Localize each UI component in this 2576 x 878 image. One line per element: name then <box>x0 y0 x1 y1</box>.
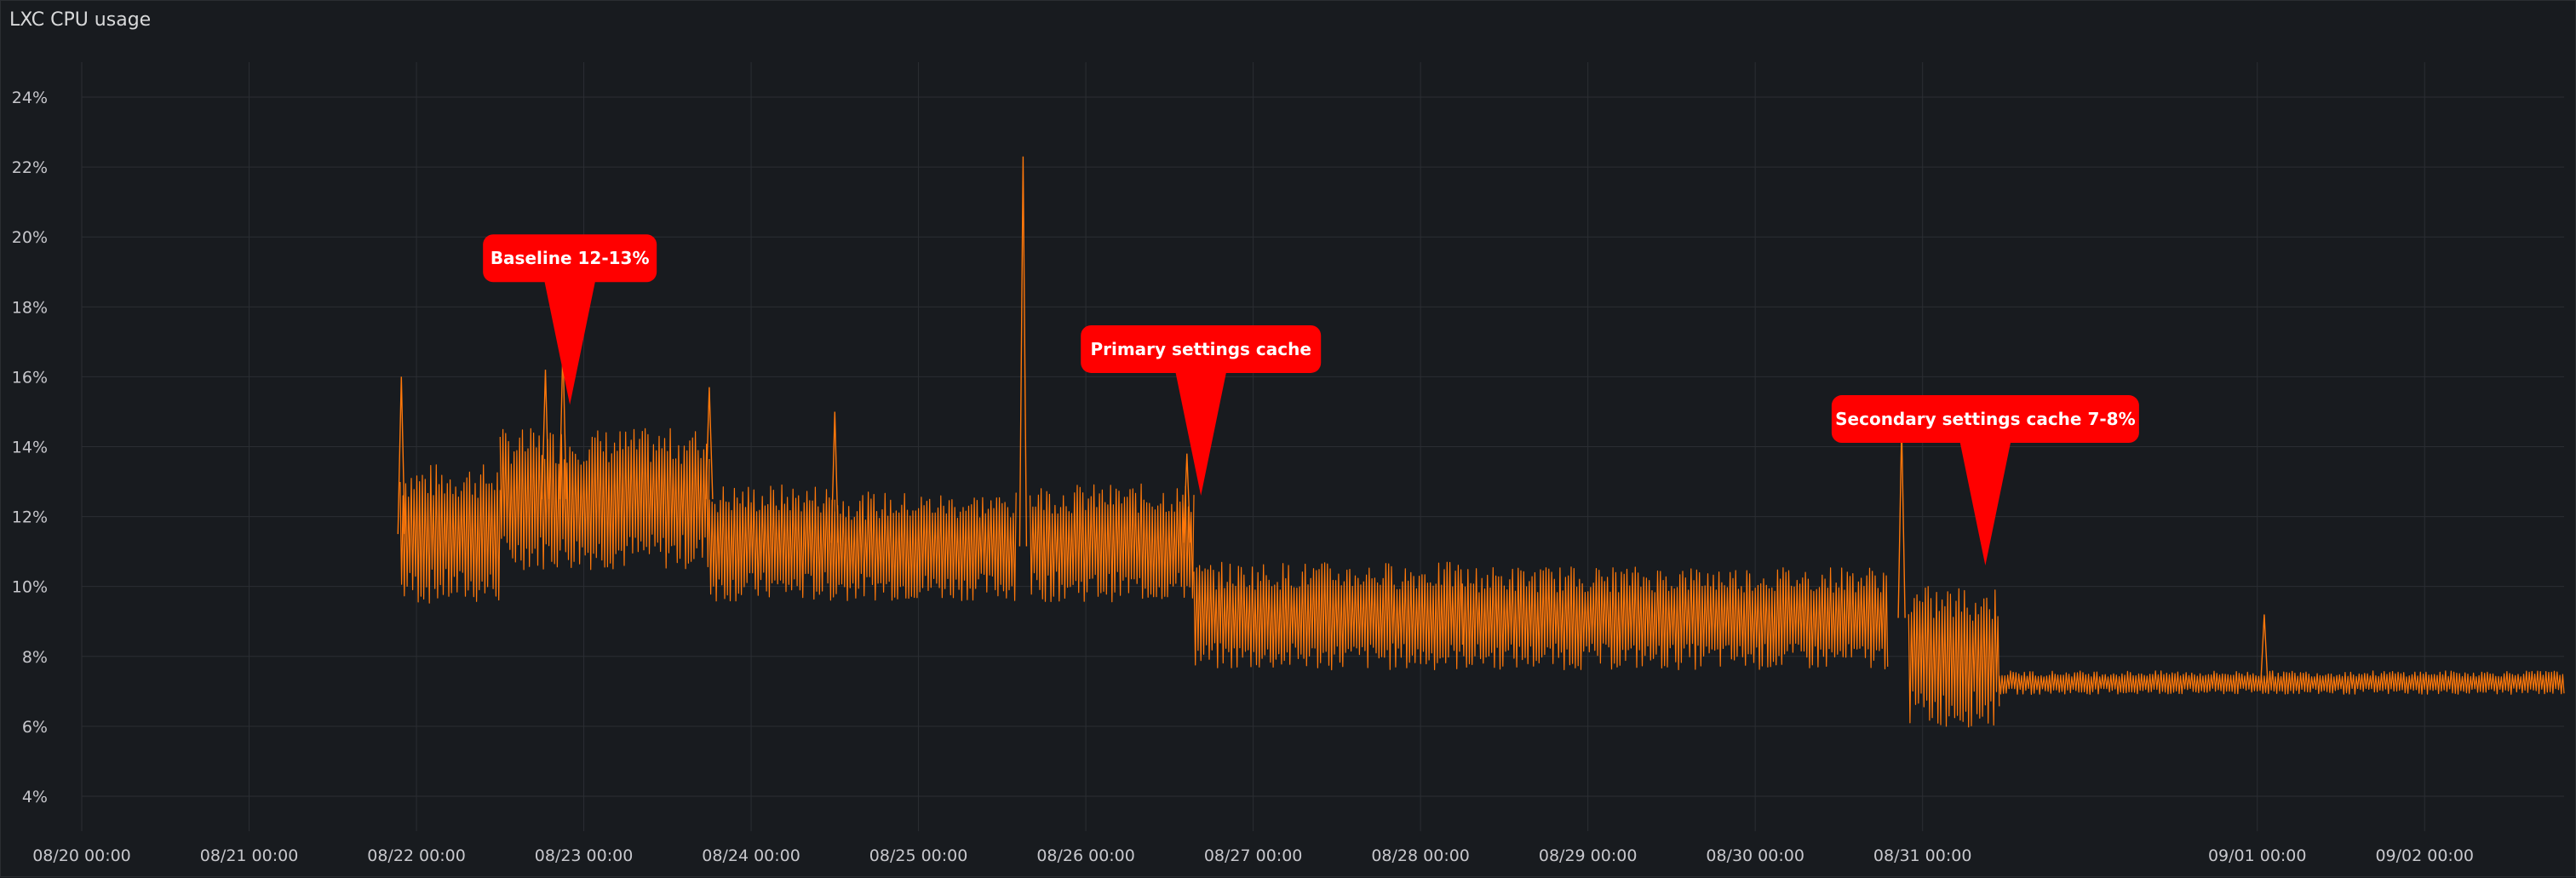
annotation-label: Baseline 12-13% <box>491 248 650 268</box>
y-tick-label: 10% <box>12 578 48 597</box>
annotation-label: Secondary settings cache 7-8% <box>1835 409 2136 429</box>
y-tick-label: 14% <box>12 439 48 457</box>
annotation-pointer <box>544 280 596 405</box>
y-tick-label: 18% <box>12 298 48 317</box>
series-segment <box>499 428 710 571</box>
x-tick-label: 08/27 00:00 <box>1204 846 1303 865</box>
x-tick-label: 08/28 00:00 <box>1371 846 1470 865</box>
series-spike <box>397 376 405 535</box>
cpu-usage-line-chart: 4% 6% 8% 10% 12% 14% 16% 18% 20% 22% 24% 08/20 00:… <box>12 62 2565 865</box>
series-segment <box>834 491 1017 601</box>
x-tick-label: 08/31 00:00 <box>1873 846 1972 865</box>
annotation-pointer <box>1175 370 1227 496</box>
annotation-callout[interactable]: Primary settings cache <box>1081 324 1322 496</box>
y-tick-label: 12% <box>12 508 48 527</box>
x-tick-label: 08/22 00:00 <box>367 846 466 865</box>
x-tick-label: 08/24 00:00 <box>702 846 800 865</box>
series-segment <box>709 484 835 602</box>
x-tick-label: 08/20 00:00 <box>32 846 131 865</box>
annotation-callout[interactable]: Secondary settings cache 7-8% <box>1831 395 2139 566</box>
series-segment <box>1999 670 2565 695</box>
y-tick-label: 24% <box>12 89 48 107</box>
series-spike <box>2260 614 2269 683</box>
x-axis-ticks: 08/20 00:00 08/21 00:00 08/22 00:00 08/23 0… <box>32 846 2474 865</box>
y-tick-label: 16% <box>12 368 48 387</box>
y-tick-label: 8% <box>22 648 48 667</box>
chart-panel: LXC CPU usage 4% 6% 8% 10% 12% 14% 16% 18% 20% 22… <box>0 0 2576 877</box>
x-tick-label: 08/21 00:00 <box>200 846 299 865</box>
x-tick-label: 08/26 00:00 <box>1036 846 1135 865</box>
y-axis-ticks: 4% 6% 8% 10% 12% 14% 16% 18% 20% 22% 24% <box>12 89 48 806</box>
y-tick-label: 20% <box>12 228 48 247</box>
chart-grid <box>81 62 2564 831</box>
annotation-label: Primary settings cache <box>1090 339 1311 359</box>
x-tick-label: 08/25 00:00 <box>869 846 968 865</box>
series-spike <box>1183 453 1191 543</box>
y-tick-label: 6% <box>22 718 48 737</box>
y-tick-label: 22% <box>12 158 48 177</box>
series-segment <box>1030 483 1195 603</box>
x-tick-label: 09/02 00:00 <box>2375 846 2474 865</box>
series-segment <box>399 464 501 604</box>
series-segment <box>1193 561 1463 671</box>
annotation-callout[interactable]: Baseline 12-13% <box>483 234 657 405</box>
y-tick-label: 4% <box>22 788 48 806</box>
cpu-series <box>397 156 2565 728</box>
x-tick-label: 08/29 00:00 <box>1539 846 1638 865</box>
series-spike <box>1018 156 1028 547</box>
annotation-pointer <box>1959 441 2011 566</box>
x-tick-label: 08/23 00:00 <box>535 846 634 865</box>
x-tick-label: 08/30 00:00 <box>1706 846 1804 865</box>
series-spike <box>1897 425 1906 618</box>
series-segment <box>1461 566 1889 670</box>
x-tick-label: 09/01 00:00 <box>2208 846 2307 865</box>
